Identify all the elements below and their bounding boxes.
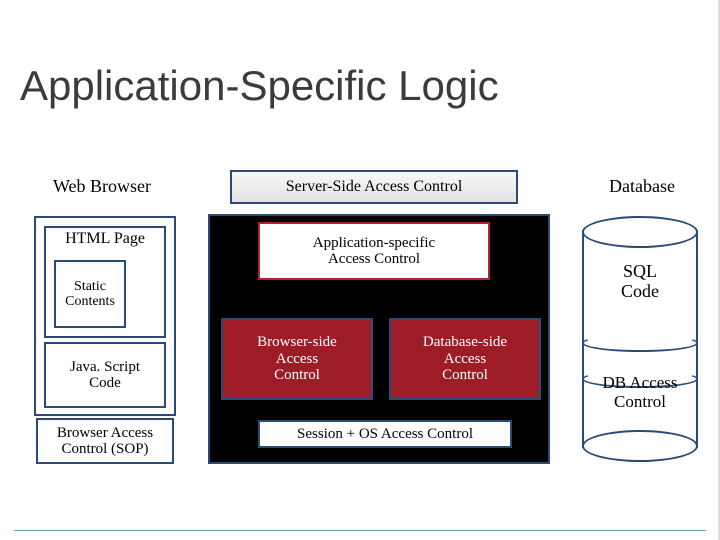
slide-title: Application-Specific Logic: [20, 62, 499, 110]
column-header-database: Database: [596, 176, 688, 197]
sql-code-label: SQLCode: [582, 262, 698, 302]
db-access-control-label: DB AccessControl: [578, 374, 702, 411]
app-specific-access-control-box: Application-specificAccess Control: [258, 222, 490, 280]
browser-sop-box: Browser AccessControl (SOP): [36, 418, 174, 464]
web-browser-container: HTML Page StaticContents Java. ScriptCod…: [34, 216, 176, 416]
javascript-code-box: Java. ScriptCode: [44, 342, 166, 408]
column-header-browser: Web Browser: [52, 176, 152, 197]
html-page-box: HTML Page StaticContents: [44, 226, 166, 338]
database-side-access-control-box: Database-sideAccessControl: [389, 318, 541, 400]
browser-side-access-control-box: Browser-sideAccessControl: [221, 318, 373, 400]
html-page-label: HTML Page: [46, 230, 164, 248]
footer-accent-line: [14, 530, 706, 531]
column-header-server: Server-Side Access Control: [230, 170, 518, 204]
database-cylinder: SQLCode DB AccessControl: [582, 216, 698, 462]
session-os-access-control-box: Session + OS Access Control: [258, 420, 512, 448]
static-contents-box: StaticContents: [54, 260, 126, 328]
